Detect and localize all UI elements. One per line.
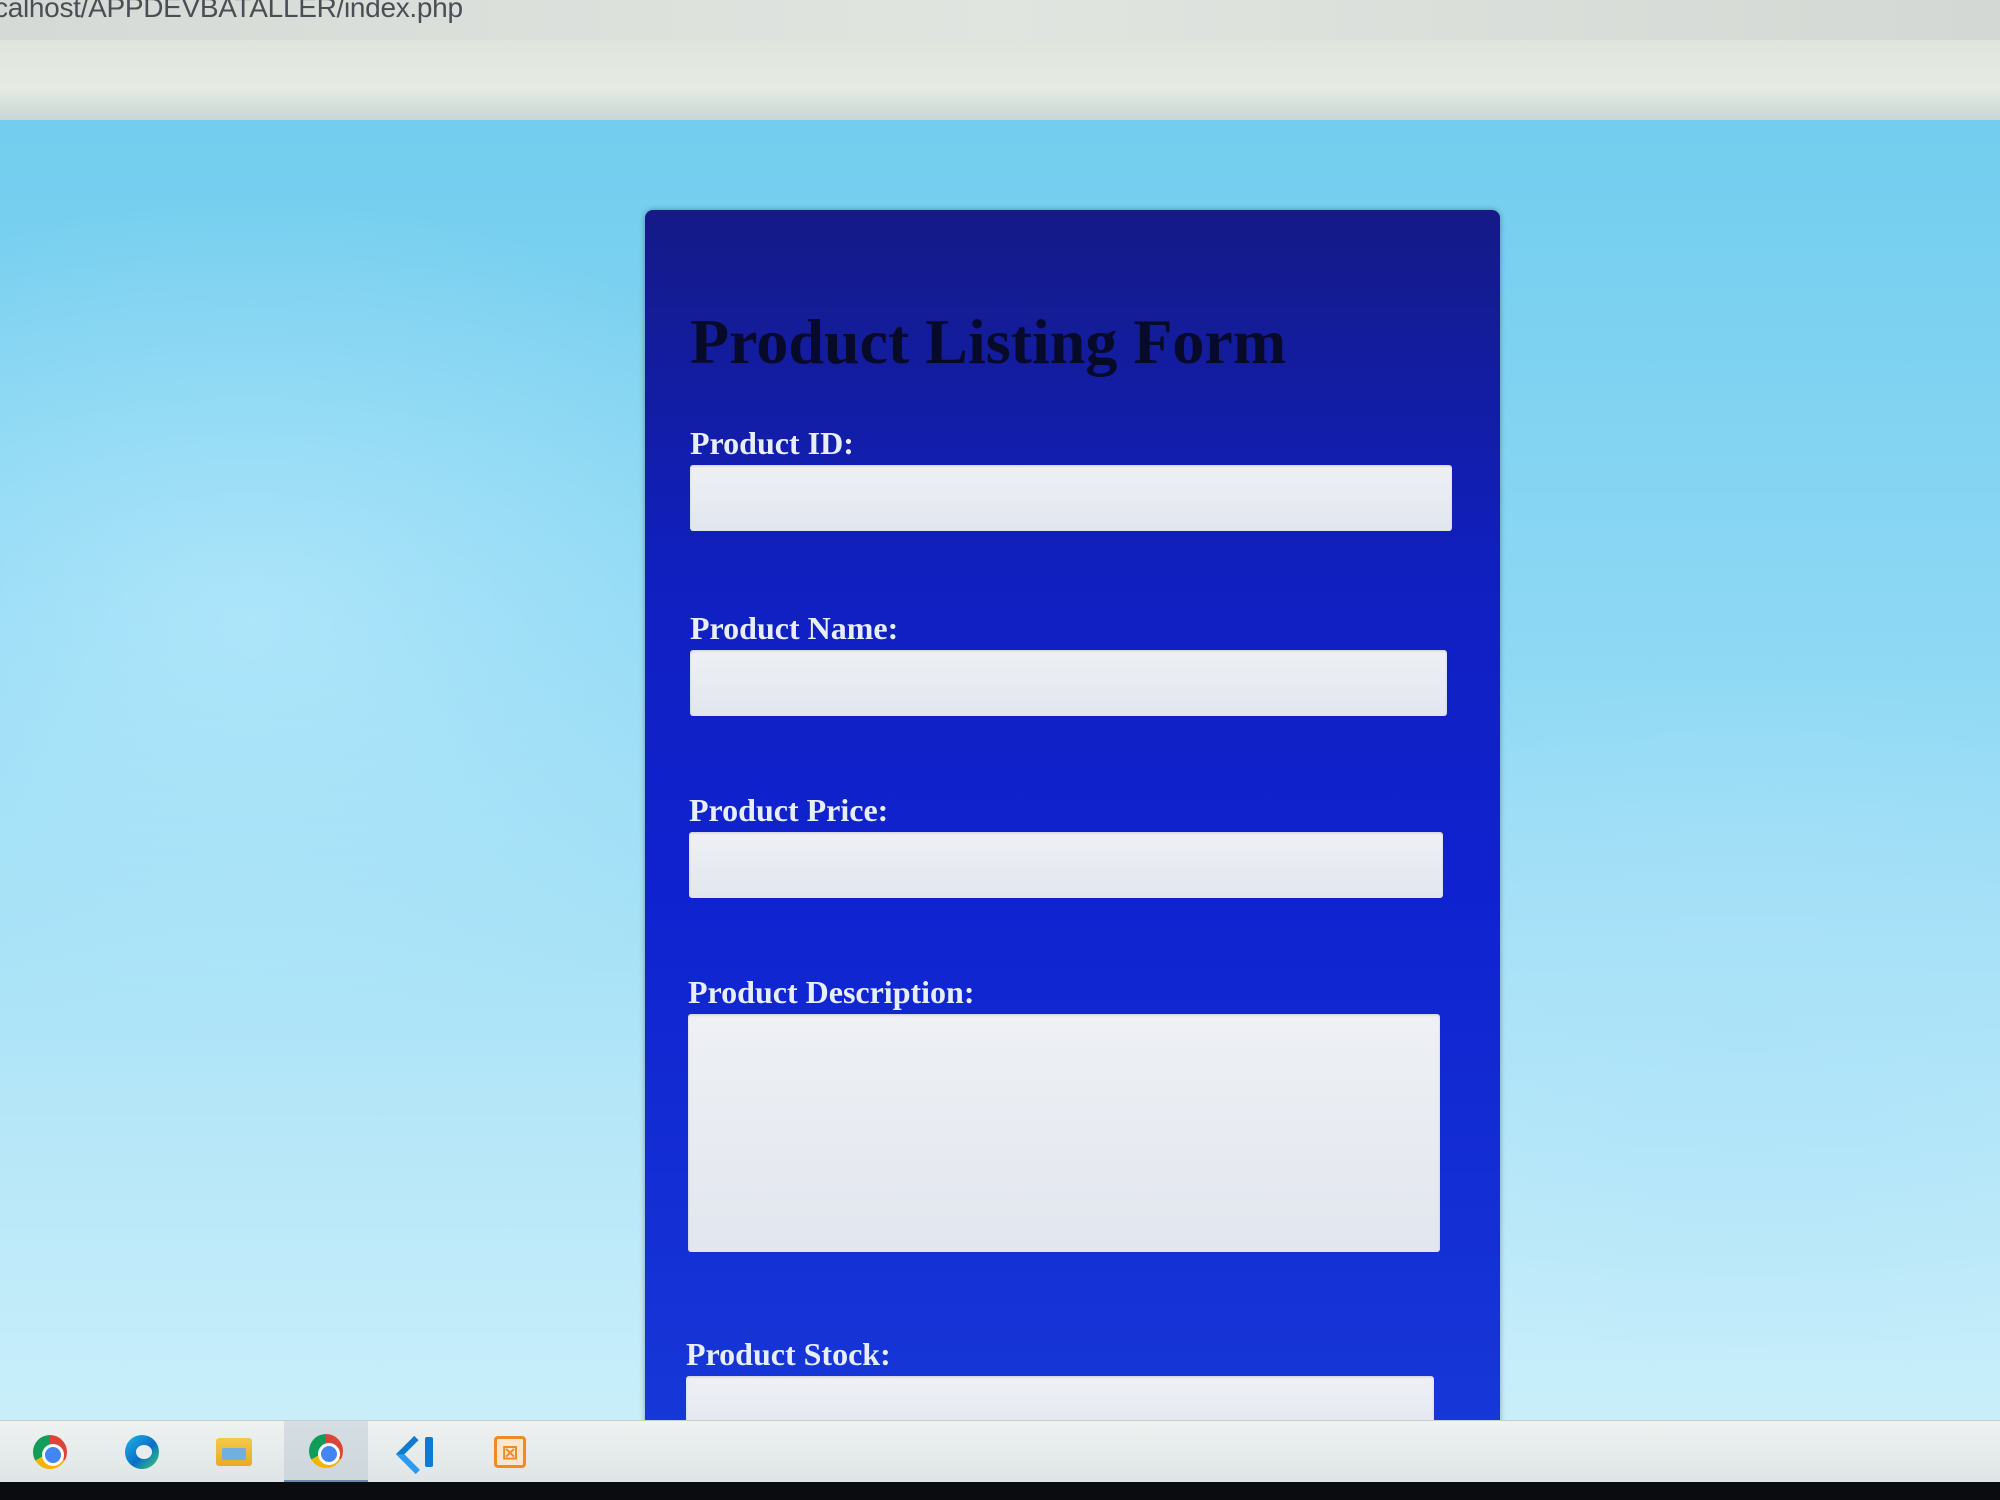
url-text[interactable]: calhost/APPDEVBATALLER/index.php — [0, 0, 463, 24]
taskbar-item-chrome-active[interactable] — [284, 1421, 368, 1482]
taskbar-item-chrome[interactable] — [8, 1421, 92, 1482]
windows-taskbar: ⊠ — [0, 1420, 2000, 1482]
browser-address-bar[interactable]: calhost/APPDEVBATALLER/index.php — [0, 0, 2000, 40]
taskbar-item-edge[interactable] — [100, 1421, 184, 1482]
product-description-label: Product Description: — [688, 974, 975, 1010]
form-title: Product Listing Form — [690, 306, 1287, 377]
monitor-bezel — [0, 1482, 2000, 1500]
product-stock-label: Product Stock: — [686, 1336, 891, 1372]
product-price-label: Product Price: — [689, 792, 889, 828]
edge-icon — [125, 1435, 159, 1469]
chrome-icon — [33, 1435, 67, 1469]
chrome-icon — [309, 1433, 343, 1468]
taskbar-item-file-explorer[interactable] — [192, 1421, 276, 1482]
page-viewport: Product Listing Form Product ID: Product… — [0, 120, 2000, 1440]
taskbar-item-vscode[interactable] — [376, 1421, 460, 1482]
product-listing-form: Product Listing Form Product ID: Product… — [645, 210, 1500, 1440]
product-description-textarea[interactable] — [688, 1014, 1440, 1252]
product-id-label: Product ID: — [690, 425, 854, 461]
product-price-input[interactable] — [689, 832, 1443, 898]
vscode-icon — [401, 1435, 435, 1469]
product-name-label: Product Name: — [690, 610, 899, 646]
browser-toolbar — [0, 40, 2000, 120]
product-name-input[interactable] — [690, 650, 1447, 716]
monitor-screen: calhost/APPDEVBATALLER/index.php Product… — [0, 0, 2000, 1482]
file-explorer-icon — [216, 1438, 252, 1466]
product-id-input[interactable] — [690, 465, 1452, 531]
xampp-icon: ⊠ — [494, 1436, 526, 1468]
taskbar-item-xampp[interactable]: ⊠ — [468, 1421, 552, 1482]
